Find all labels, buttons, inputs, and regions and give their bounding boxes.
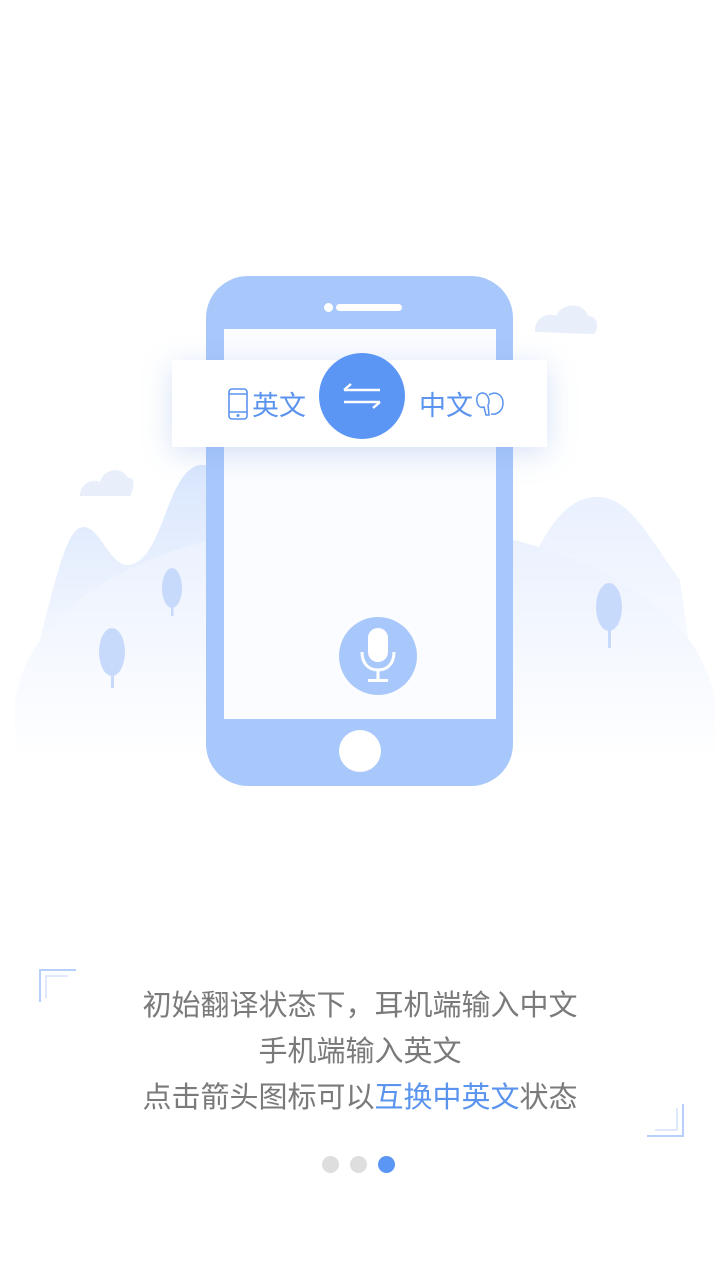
- caption-line-3-suffix: 状态: [519, 1080, 578, 1114]
- source-language: 英文: [228, 360, 306, 447]
- caption-line-1: 初始翻译状态下，耳机端输入中文: [142, 988, 578, 1022]
- swap-language-button[interactable]: [319, 353, 405, 439]
- target-language-label: 中文: [419, 391, 473, 422]
- page-dot-2[interactable]: [350, 1156, 367, 1173]
- phone-camera: [324, 303, 333, 312]
- caption-highlight: 互换中英文: [374, 1080, 520, 1114]
- caption-line-3-prefix: 点击箭头图标可以: [142, 1080, 375, 1114]
- caption-line-2: 手机端输入英文: [258, 1034, 462, 1068]
- source-language-label: 英文: [252, 391, 306, 422]
- page-dot-3[interactable]: [378, 1156, 395, 1173]
- phone-home-button: [339, 730, 381, 772]
- microphone-button: [339, 617, 417, 695]
- microphone-icon: [360, 628, 396, 682]
- guide-caption: 初始翻译状态下，耳机端输入中文 手机端输入英文 点击箭头图标可以互换中英文状态: [60, 982, 660, 1120]
- language-switch-bar: 英文 中文: [172, 353, 547, 447]
- phone-speaker: [336, 304, 402, 311]
- swap-arrows-icon: [343, 383, 381, 409]
- cloud-left: [80, 470, 134, 496]
- caption-line-3: 点击箭头图标可以互换中英文状态: [60, 1074, 660, 1120]
- page-dot-1[interactable]: [322, 1156, 339, 1173]
- phone-icon: [228, 387, 248, 420]
- target-language: 中文: [419, 360, 505, 447]
- cloud-right: [534, 305, 598, 334]
- earbud-icon: [476, 391, 504, 416]
- page-indicator: [322, 1156, 395, 1173]
